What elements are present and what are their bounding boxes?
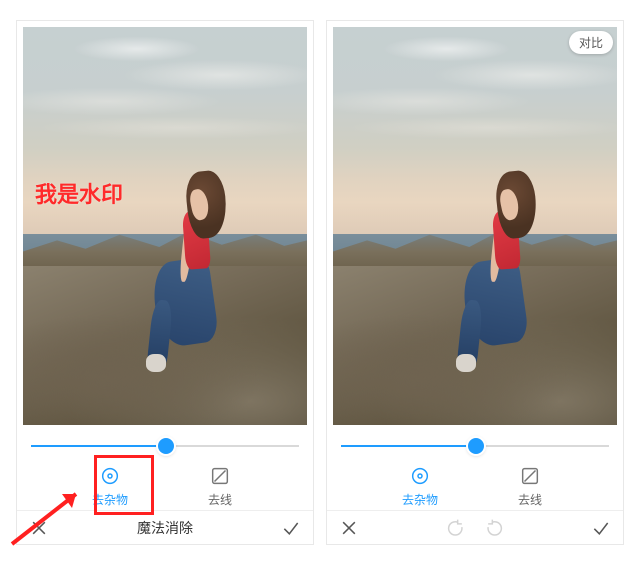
close-button[interactable] xyxy=(29,518,49,538)
tool-label: 去杂物 xyxy=(402,491,438,508)
redo-button[interactable] xyxy=(484,518,504,538)
tool-remove-object[interactable]: 去杂物 xyxy=(392,461,448,508)
comparison-stage: 我是水印 去杂物 去线 xyxy=(0,0,640,565)
tool-row: 去杂物 去线 xyxy=(327,461,623,511)
diagonal-square-icon xyxy=(209,465,231,487)
slider-thumb[interactable] xyxy=(158,438,174,454)
photo-area[interactable]: 我是水印 xyxy=(17,21,313,431)
photo-area[interactable]: 对比 xyxy=(327,21,623,431)
tool-label: 去线 xyxy=(518,491,542,508)
compare-button[interactable]: 对比 xyxy=(569,31,613,54)
confirm-button[interactable] xyxy=(281,518,301,538)
diagonal-square-icon xyxy=(519,465,541,487)
slider-fill xyxy=(341,445,476,447)
confirm-button[interactable] xyxy=(591,518,611,538)
brush-size-slider[interactable] xyxy=(327,433,623,459)
slider-thumb[interactable] xyxy=(468,438,484,454)
tool-label: 去线 xyxy=(208,491,232,508)
brush-size-slider[interactable] xyxy=(17,433,313,459)
tool-remove-line[interactable]: 去线 xyxy=(502,461,558,508)
slider-fill xyxy=(31,445,166,447)
photo-after xyxy=(333,27,617,425)
watermark-text: 我是水印 xyxy=(35,177,123,209)
editor-panel-after: 对比 去杂物 去线 xyxy=(326,20,624,545)
tool-remove-object[interactable]: 去杂物 xyxy=(82,461,138,508)
tool-label: 去杂物 xyxy=(92,491,128,508)
close-button[interactable] xyxy=(339,518,359,538)
tool-row: 去杂物 去线 xyxy=(17,461,313,511)
undo-button[interactable] xyxy=(446,518,466,538)
bottom-bar: 魔法消除 xyxy=(17,510,313,544)
mode-title: 魔法消除 xyxy=(137,518,193,538)
target-icon xyxy=(99,465,121,487)
editor-panel-before: 我是水印 去杂物 去线 xyxy=(16,20,314,545)
target-icon xyxy=(409,465,431,487)
photo-before: 我是水印 xyxy=(23,27,307,425)
tool-remove-line[interactable]: 去线 xyxy=(192,461,248,508)
bottom-bar xyxy=(327,510,623,544)
